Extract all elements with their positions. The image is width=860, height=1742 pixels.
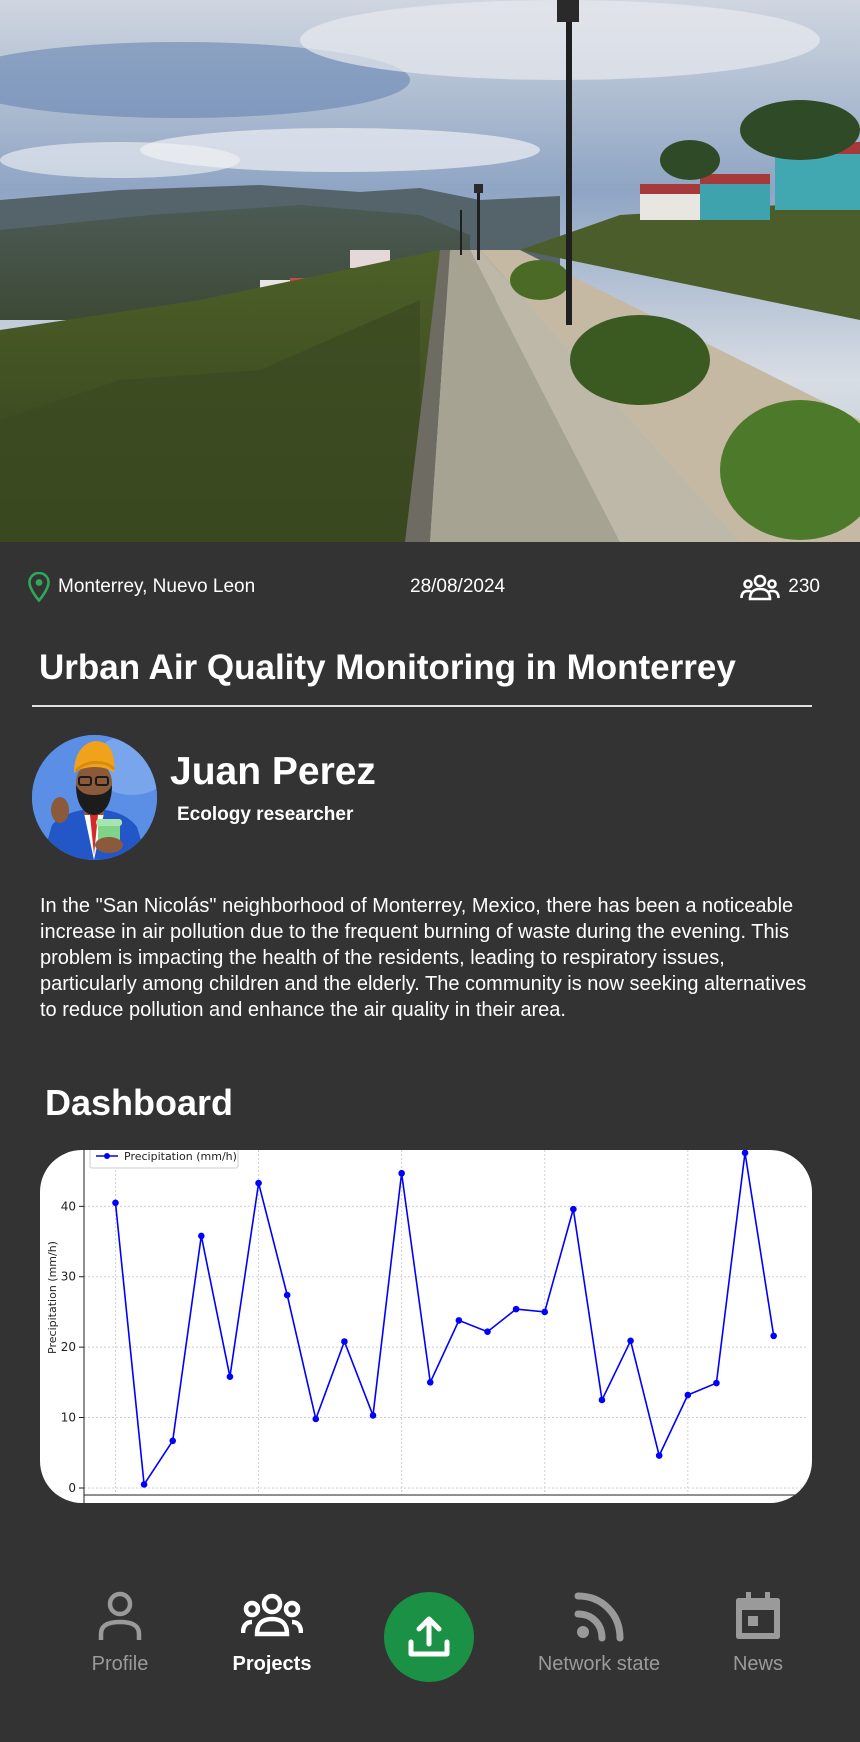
calendar-icon: [736, 1592, 780, 1639]
author-role: Ecology researcher: [177, 804, 354, 825]
data-point: [140, 1481, 148, 1488]
data-point: [770, 1332, 777, 1340]
project-meta-row: Monterrey, Nuevo Leon 28/08/2024 230: [0, 570, 860, 604]
nav-network-state[interactable]: Network state: [532, 1590, 666, 1676]
data-point: [655, 1452, 663, 1459]
data-point: [455, 1317, 463, 1324]
landscape-photo: [0, 0, 860, 542]
group-icon: [240, 1593, 304, 1637]
data-point: [684, 1391, 692, 1399]
data-point: [512, 1305, 520, 1313]
data-point: [312, 1415, 320, 1423]
group-icon: [740, 574, 781, 601]
location-text: Monterrey, Nuevo Leon: [58, 576, 256, 597]
y-tick-label: 30: [61, 1270, 76, 1284]
data-point: [255, 1179, 262, 1187]
hero-image: [0, 0, 860, 542]
y-tick-label: 40: [61, 1199, 76, 1213]
data-point: [598, 1396, 606, 1404]
nav-projects[interactable]: Projects: [226, 1590, 318, 1676]
upload-button[interactable]: [384, 1592, 474, 1682]
dashboard-title: Dashboard: [45, 1082, 234, 1123]
data-point: [741, 1150, 749, 1157]
upload-icon: [408, 1616, 450, 1657]
avatar[interactable]: [32, 735, 157, 860]
data-point: [283, 1291, 291, 1299]
legend-marker: [104, 1153, 110, 1159]
author-name[interactable]: Juan Perez: [170, 750, 376, 794]
precipitation-chart: 0 10 20 30 40 Precipitation (mm/h) Precipitati…: [46, 1150, 808, 1503]
data-point: [198, 1232, 205, 1240]
nav-projects-label: Projects: [232, 1653, 312, 1675]
participants-count: 230: [740, 572, 820, 602]
project-description: In the "San Nicolás" neighborhood of Mon…: [40, 895, 807, 1021]
rss-icon: [574, 1592, 624, 1642]
nav-network-label: Network state: [537, 1653, 661, 1675]
y-tick-label: 0: [68, 1481, 76, 1495]
y-tick-label: 20: [61, 1340, 76, 1354]
data-point: [369, 1412, 377, 1419]
avatar-illustration: [32, 735, 157, 860]
title-divider: [32, 705, 812, 707]
nav-profile[interactable]: Profile: [80, 1590, 160, 1676]
nav-news[interactable]: News: [722, 1590, 794, 1676]
legend-label: Precipitation (mm/h): [124, 1150, 237, 1163]
data-point: [426, 1379, 434, 1386]
person-icon: [98, 1591, 142, 1640]
y-tick-label: 10: [61, 1411, 76, 1425]
participants-count-text: 230: [788, 576, 820, 597]
project-title: Urban Air Quality Monitoring in Monterre…: [39, 648, 736, 687]
data-point: [570, 1205, 577, 1213]
data-point: [627, 1337, 634, 1345]
precipitation-chart-card: 0 10 20 30 40 Precipitation (mm/h) Precipitati…: [40, 1150, 812, 1503]
data-point: [226, 1373, 234, 1381]
series-line: [114, 1152, 775, 1487]
data-point: [112, 1199, 119, 1207]
data-point: [541, 1308, 549, 1316]
data-point: [341, 1338, 348, 1345]
data-point: [169, 1437, 177, 1445]
data-point: [398, 1169, 405, 1177]
data-point: [713, 1379, 720, 1387]
y-axis-label: Precipitation (mm/h): [46, 1241, 59, 1354]
nav-news-label: News: [732, 1653, 783, 1675]
nav-profile-label: Profile: [91, 1653, 149, 1675]
data-point: [484, 1328, 491, 1335]
location: Monterrey, Nuevo Leon: [28, 572, 255, 602]
project-date: 28/08/2024: [410, 576, 506, 597]
map-pin-icon: [28, 572, 50, 602]
